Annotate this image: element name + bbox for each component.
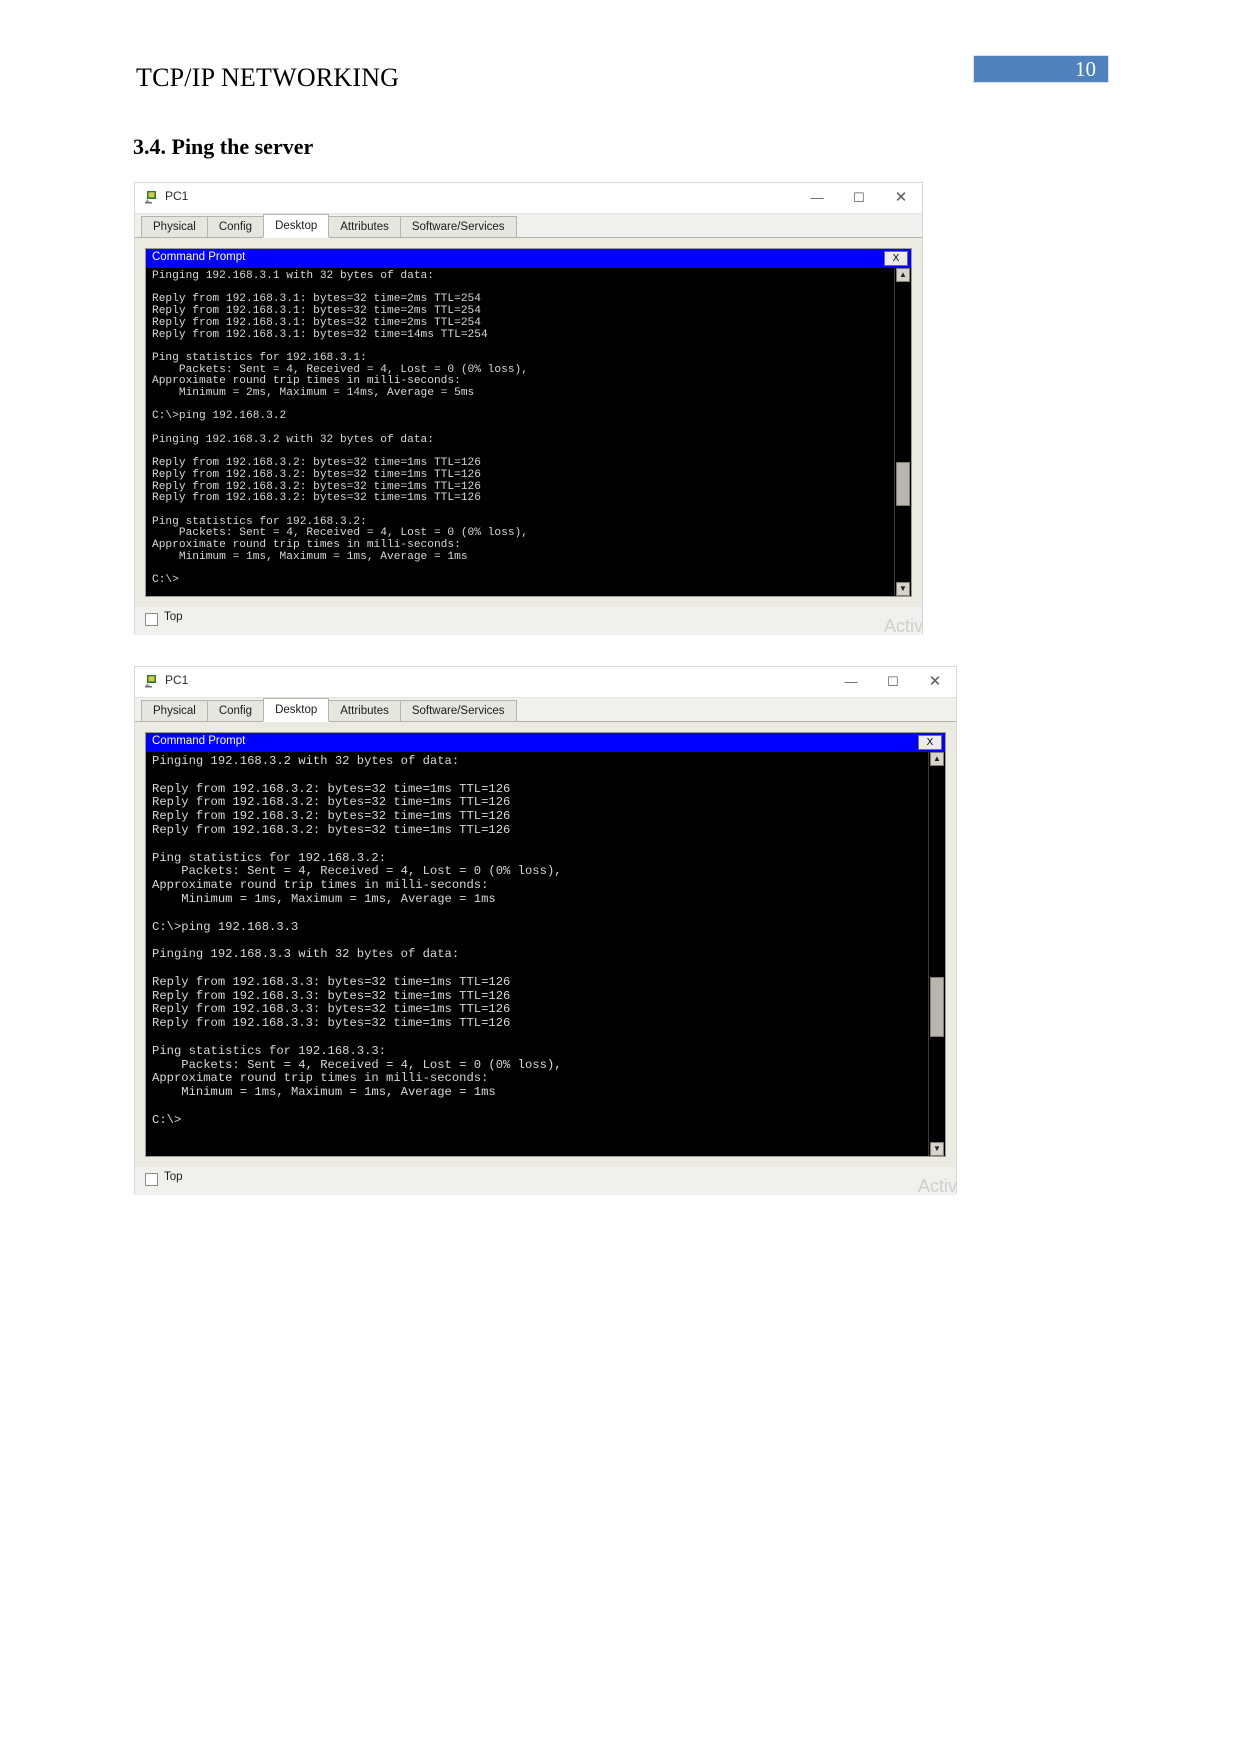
command-prompt-title-2: Command Prompt: [152, 735, 246, 747]
activate-watermark-2: Activ: [918, 1176, 958, 1196]
close-button-1[interactable]: ✕: [880, 183, 922, 213]
scrollbar-thumb-2[interactable]: [930, 977, 944, 1037]
pc1-window-2[interactable]: PC1 — ☐ ✕ Physical Config Desktop Attribute…: [134, 666, 957, 1195]
command-prompt-window-1[interactable]: Command Prompt X Pinging 192.168.3.1 wit…: [145, 248, 912, 597]
page-number-badge: 10: [973, 55, 1109, 83]
window-title-1: PC1: [165, 189, 189, 203]
command-prompt-titlebar-2: Command Prompt X: [146, 733, 945, 752]
tab-attributes-1[interactable]: Attributes: [328, 216, 401, 238]
window-body-2: Command Prompt X Pinging 192.168.3.2 wit…: [135, 721, 956, 1167]
minimize-button-2[interactable]: —: [830, 667, 872, 697]
command-prompt-close-button-1[interactable]: X: [884, 251, 908, 266]
tab-physical-2[interactable]: Physical: [141, 700, 208, 722]
terminal-output-2: Pinging 192.168.3.2 with 32 bytes of dat…: [152, 754, 562, 1127]
window-titlebar-2: PC1 — ☐ ✕: [135, 667, 956, 698]
window-footer-1: Top: [135, 607, 922, 635]
terminal-scrollbar-1[interactable]: ▲ ▼: [894, 268, 911, 596]
top-checkbox-1[interactable]: [145, 613, 158, 626]
page-title: 3.4. Ping the server: [133, 134, 314, 159]
maximize-button-1[interactable]: ☐: [838, 183, 880, 213]
terminal-scrollbar-2[interactable]: ▲ ▼: [928, 752, 945, 1156]
tab-software-services-2[interactable]: Software/Services: [399, 700, 517, 722]
minimize-button-1[interactable]: —: [796, 183, 838, 213]
maximize-button-2[interactable]: ☐: [872, 667, 914, 697]
window-body-1: Command Prompt X Pinging 192.168.3.1 wit…: [135, 237, 922, 607]
window-titlebar-1: PC1 — ☐ ✕: [135, 183, 922, 214]
pc1-window-1[interactable]: PC1 — ☐ ✕ Physical Config Desktop Attribute…: [134, 182, 923, 635]
pc-device-icon: [144, 674, 159, 689]
scroll-down-arrow-icon-2[interactable]: ▼: [930, 1142, 944, 1156]
command-prompt-close-button-2[interactable]: X: [918, 735, 942, 750]
scrollbar-thumb-1[interactable]: [896, 462, 910, 506]
command-prompt-title-1: Command Prompt: [152, 251, 246, 263]
scroll-up-arrow-icon-2[interactable]: ▲: [930, 752, 944, 766]
activate-watermark-1: Activ: [884, 616, 924, 636]
document-running-head: TCP/IP NETWORKING: [136, 63, 400, 92]
tabstrip-2: Physical Config Desktop Attributes Software/…: [135, 698, 956, 722]
tab-desktop-1[interactable]: Desktop: [263, 214, 330, 238]
command-prompt-output-area-1[interactable]: Pinging 192.168.3.1 with 32 bytes of dat…: [146, 268, 911, 596]
tab-config-2[interactable]: Config: [206, 700, 265, 722]
tab-software-services-1[interactable]: Software/Services: [399, 216, 517, 238]
command-prompt-output-area-2[interactable]: Pinging 192.168.3.2 with 32 bytes of dat…: [146, 752, 945, 1156]
page-number: 10: [1075, 57, 1096, 81]
tabstrip-1: Physical Config Desktop Attributes Software/…: [135, 214, 922, 238]
command-prompt-titlebar-1: Command Prompt X: [146, 249, 911, 268]
terminal-output-1: Pinging 192.168.3.1 with 32 bytes of dat…: [152, 270, 528, 587]
tab-config-1[interactable]: Config: [206, 216, 265, 238]
close-button-2[interactable]: ✕: [914, 667, 956, 697]
window-footer-2: Top: [135, 1167, 956, 1195]
tab-attributes-2[interactable]: Attributes: [328, 700, 401, 722]
top-checkbox-label-1: Top: [164, 611, 183, 623]
window-title-2: PC1: [165, 673, 189, 687]
tab-desktop-2[interactable]: Desktop: [263, 698, 330, 722]
scroll-up-arrow-icon-1[interactable]: ▲: [896, 268, 910, 282]
command-prompt-window-2[interactable]: Command Prompt X Pinging 192.168.3.2 wit…: [145, 732, 946, 1157]
top-checkbox-2[interactable]: [145, 1173, 158, 1186]
tab-physical-1[interactable]: Physical: [141, 216, 208, 238]
top-checkbox-label-2: Top: [164, 1171, 183, 1183]
pc-device-icon: [144, 190, 159, 205]
document-header: TCP/IP NETWORKING 10: [0, 0, 1241, 120]
scroll-down-arrow-icon-1[interactable]: ▼: [896, 582, 910, 596]
